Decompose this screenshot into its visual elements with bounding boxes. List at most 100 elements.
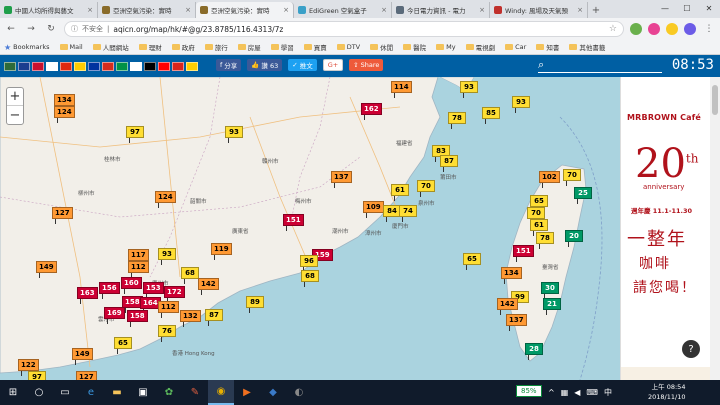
aqi-marker[interactable]: 93 [158, 248, 176, 265]
aqi-marker[interactable]: 78 [536, 232, 554, 249]
aqi-marker[interactable]: 114 [391, 81, 412, 98]
facebook-share-button[interactable]: f 分享 [216, 59, 242, 71]
omnibox[interactable]: ⓘ 不安全 | aqicn.org/map/hk/#@g/23.8785/116… [64, 21, 624, 37]
ime-icon[interactable]: 中 [604, 387, 612, 398]
aqi-marker[interactable]: 97 [126, 126, 144, 143]
aqi-marker[interactable]: 160 [121, 277, 142, 294]
language-flag-icon[interactable] [4, 61, 16, 71]
aqi-marker[interactable]: 142 [497, 298, 518, 315]
aqi-marker[interactable]: 85 [482, 107, 500, 124]
aqi-marker[interactable]: 61 [530, 219, 548, 236]
aqi-marker[interactable]: 68 [301, 270, 319, 287]
advertisement[interactable]: MRBROWN Café 20th anniversary 週年慶 11.1-1… [620, 77, 710, 380]
extension-icon[interactable] [666, 23, 678, 35]
tab-4[interactable]: 今日電力資訊 - 電力 × [392, 2, 490, 18]
bookmark-item[interactable]: 其他書籤 [569, 42, 605, 52]
bookmark-item[interactable]: 政府 [171, 42, 195, 52]
bookmark-star-icon[interactable]: ☆ [609, 24, 617, 34]
extension-icon[interactable] [630, 23, 642, 35]
bookmark-item[interactable]: Mail [59, 43, 83, 51]
google-plus-button[interactable]: G+ [322, 59, 344, 71]
zoom-in-button[interactable]: + [7, 88, 23, 106]
bookmark-item[interactable]: DTV [336, 43, 360, 51]
aqi-marker[interactable]: 132 [180, 310, 201, 327]
aqi-marker[interactable]: 162 [361, 103, 382, 120]
bookmark-item[interactable]: 買賣 [303, 42, 327, 52]
bookmark-item[interactable]: 人間網站 [92, 42, 129, 52]
aqi-marker[interactable]: 117 [128, 249, 149, 266]
close-tab-icon[interactable]: × [283, 6, 289, 14]
bookmark-item[interactable]: ★ Bookmarks [4, 43, 50, 52]
aqi-marker[interactable]: 65 [114, 337, 132, 354]
aqi-marker[interactable]: 172 [164, 286, 185, 303]
vertical-scrollbar[interactable] [710, 77, 720, 380]
file-explorer-icon[interactable]: ▬ [104, 380, 130, 405]
aqi-marker[interactable]: 156 [99, 282, 120, 299]
app-icon[interactable]: ◆ [260, 380, 286, 405]
reload-button[interactable]: ↻ [44, 22, 58, 36]
aqi-marker[interactable]: 122 [18, 359, 39, 376]
help-button[interactable]: ? [682, 340, 700, 358]
url-text[interactable]: aqicn.org/map/hk/#@g/23.8785/116.4313/7z [113, 25, 605, 34]
facebook-like-button[interactable]: 👍 讚 63 [247, 59, 283, 71]
maximize-button[interactable]: ☐ [676, 0, 698, 16]
language-flag-icon[interactable] [46, 61, 58, 71]
app-icon[interactable]: ✿ [156, 380, 182, 405]
app-icon[interactable]: ✎ [182, 380, 208, 405]
tweet-button[interactable]: ✓ 推文 [288, 59, 317, 71]
tab-5[interactable]: Windy: 風場及天氣預 × [490, 2, 588, 18]
app-icon[interactable]: ◐ [286, 380, 312, 405]
aqi-marker[interactable]: 112 [158, 301, 179, 318]
chevron-up-icon[interactable]: ^ [548, 388, 555, 397]
aqi-marker[interactable]: 87 [205, 309, 223, 326]
aqi-marker[interactable]: 76 [158, 325, 176, 342]
back-button[interactable]: ← [4, 22, 18, 36]
aqi-marker[interactable]: 127 [52, 207, 73, 224]
aqi-marker[interactable]: 61 [391, 184, 409, 201]
aqi-marker[interactable]: 65 [463, 253, 481, 270]
aqi-marker[interactable]: 142 [198, 278, 219, 295]
aqi-marker[interactable]: 109 [363, 201, 384, 218]
language-flag-icon[interactable] [144, 61, 156, 71]
app-icon[interactable]: ▶ [234, 380, 260, 405]
bookmark-item[interactable]: 醫院 [403, 42, 426, 52]
task-view-icon[interactable]: ▭ [52, 380, 78, 405]
aqi-marker[interactable]: 68 [181, 267, 199, 284]
language-flag-icon[interactable] [60, 61, 72, 71]
store-icon[interactable]: ▣ [130, 380, 156, 405]
zoom-out-button[interactable]: − [7, 106, 23, 124]
aqi-marker[interactable]: 124 [155, 191, 176, 208]
aqi-marker[interactable]: 30 [541, 282, 559, 299]
tab-0[interactable]: 中國人均所得與藝文 × [0, 2, 98, 18]
aqi-marker[interactable]: 149 [72, 348, 93, 365]
network-icon[interactable]: ▦ [561, 388, 569, 397]
aqi-map[interactable]: + − 福建省 廣東省 香港 Hong Kong 臺灣省 贛州市 梅州市 潮州市 漳州市 廈門市… [0, 77, 620, 380]
aqi-marker[interactable]: 158 [127, 310, 148, 327]
minimize-button[interactable]: — [654, 0, 676, 16]
bookmark-item[interactable]: Car [505, 43, 526, 51]
aqi-marker[interactable]: 151 [513, 245, 534, 262]
menu-kebab-icon[interactable]: ⋮ [702, 22, 716, 36]
windows-start-icon[interactable]: ⊞ [0, 380, 26, 405]
aqi-marker[interactable]: 93 [460, 81, 478, 98]
aqi-marker[interactable]: 93 [225, 126, 243, 143]
close-window-button[interactable]: ✕ [698, 0, 720, 16]
battery-indicator[interactable]: 85% [516, 385, 542, 397]
aqi-marker[interactable]: 134 [54, 94, 75, 111]
info-icon[interactable]: ⓘ [71, 24, 78, 34]
forward-button[interactable]: → [24, 22, 38, 36]
bookmark-item[interactable]: 學習 [270, 42, 294, 52]
language-flag-icon[interactable] [32, 61, 44, 71]
share-button[interactable]: ⇪ Share [349, 59, 384, 71]
bookmark-item[interactable]: 休閒 [370, 42, 393, 52]
bookmark-item[interactable]: 房屋 [237, 42, 261, 52]
edge-browser-icon[interactable]: e [78, 380, 104, 405]
search-icon[interactable]: ○ [26, 380, 52, 405]
tab-1[interactable]: 亞洲空氣污染：實時 × [98, 2, 196, 18]
aqi-marker[interactable]: 149 [36, 261, 57, 278]
aqi-marker[interactable]: 70 [527, 207, 545, 224]
close-tab-icon[interactable]: × [479, 6, 485, 14]
tab-2[interactable]: 亞洲空氣污染：實時 × [196, 2, 294, 18]
aqi-marker[interactable]: 65 [530, 195, 548, 212]
aqi-marker[interactable]: 153 [143, 282, 164, 299]
